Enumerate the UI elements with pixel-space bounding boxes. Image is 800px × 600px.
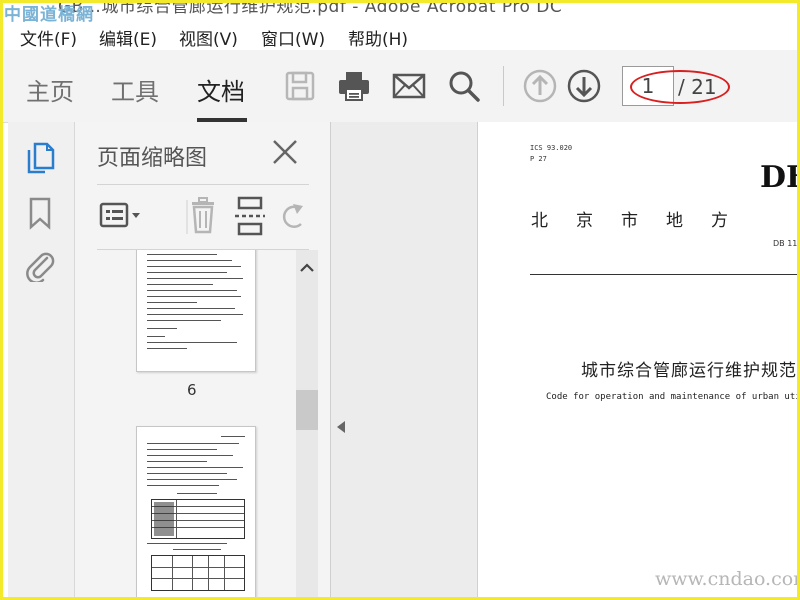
tab-tools[interactable]: 工具 (111, 72, 159, 107)
bookmark-icon[interactable] (23, 196, 57, 230)
close-icon[interactable] (271, 138, 299, 166)
annotation-circle (630, 70, 730, 104)
search-icon[interactable] (446, 68, 482, 104)
menu-bar: 文件(F) 编辑(E) 视图(V) 窗口(W) 帮助(H) (0, 20, 800, 50)
panel-divider (97, 184, 309, 185)
doc-ics-code: ICS 93.020 (530, 144, 573, 152)
thumbnail-options-icon[interactable] (97, 194, 143, 238)
title-bar: GB…城市综合管廊运行维护规范.pdf - Adobe Acrobat Pro … (0, 0, 800, 20)
collapse-panel-icon[interactable] (335, 419, 347, 433)
watermark-top-left: 中國道橋網 (4, 5, 94, 25)
chevron-up-icon[interactable] (299, 260, 315, 276)
save-icon[interactable] (282, 68, 318, 104)
thumbnail-page-number: 6 (187, 381, 197, 399)
menu-edit[interactable]: 编辑(E) (99, 25, 157, 50)
tab-document[interactable]: 文档 (197, 72, 245, 107)
next-page-icon[interactable] (566, 68, 602, 104)
previous-page-icon[interactable] (522, 68, 558, 104)
thumbnails-panel: 页面缩略图 6 (75, 122, 331, 600)
trash-icon[interactable] (180, 194, 226, 238)
doc-title-chinese: 城市综合管廊运行维护规范 (581, 361, 797, 381)
document-page[interactable]: ICS 93.020 P 27 DB 北京市地方 DB 11 城市综合管廊运行维… (477, 122, 800, 600)
print-icon[interactable] (336, 68, 372, 104)
thumbnail-scrollbar[interactable] (296, 250, 318, 600)
doc-region: 北京市地方 (531, 211, 756, 231)
watermark-bottom-right: www.cndao.com (655, 568, 800, 590)
scrollbar-thumb[interactable] (296, 390, 318, 430)
tab-home[interactable]: 主页 (26, 72, 74, 107)
mail-icon[interactable] (391, 68, 427, 104)
doc-db-number: DB 11 (773, 239, 798, 248)
page-thumbnails-icon[interactable] (23, 140, 57, 174)
navigation-rail (8, 122, 75, 600)
menu-file[interactable]: 文件(F) (20, 25, 77, 50)
menu-window[interactable]: 窗口(W) (261, 25, 325, 50)
menu-help[interactable]: 帮助(H) (348, 25, 408, 50)
window-title: GB…城市综合管廊运行维护规范.pdf - Adobe Acrobat Pro … (58, 0, 563, 17)
doc-db-mark: DB (760, 160, 800, 195)
doc-p-code: P 27 (530, 155, 547, 163)
page-thumbnail-6[interactable] (136, 250, 256, 372)
attachment-icon[interactable] (23, 248, 57, 284)
menu-view[interactable]: 视图(V) (179, 25, 238, 50)
thumbnail-list: 6 (75, 250, 295, 600)
doc-title-english: Code for operation and maintenance of ur… (546, 392, 800, 402)
page-thumbnail-7[interactable] (136, 426, 256, 598)
panel-title: 页面缩略图 (97, 146, 208, 171)
doc-rule (530, 274, 800, 275)
document-gutter (331, 122, 477, 600)
insert-page-icon[interactable] (229, 194, 275, 238)
rotate-icon[interactable] (277, 194, 307, 238)
toolbar-separator (503, 66, 504, 106)
